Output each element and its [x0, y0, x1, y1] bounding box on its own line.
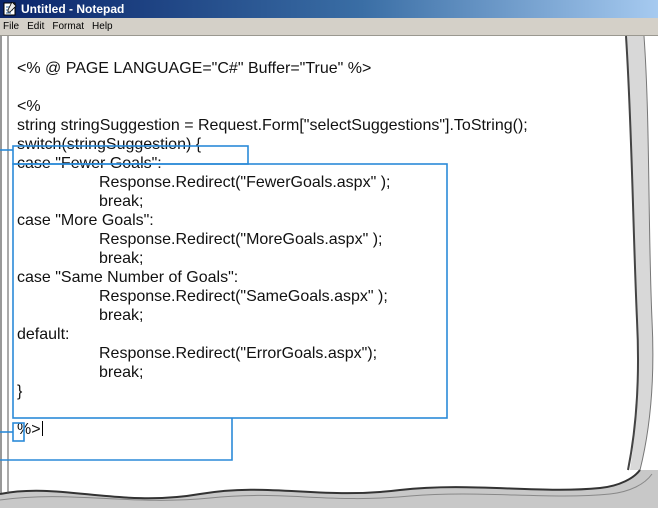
notepad-window: Untitled - Notepad File Edit Format Help <%…	[0, 0, 658, 508]
page-curl-decoration	[0, 35, 658, 508]
case-block-highlight	[12, 163, 448, 419]
switch-brace-highlight	[12, 145, 249, 165]
highlight-callouts	[0, 145, 448, 461]
closing-brace-callout-line	[0, 418, 233, 461]
closing-brace-highlight	[12, 422, 25, 442]
